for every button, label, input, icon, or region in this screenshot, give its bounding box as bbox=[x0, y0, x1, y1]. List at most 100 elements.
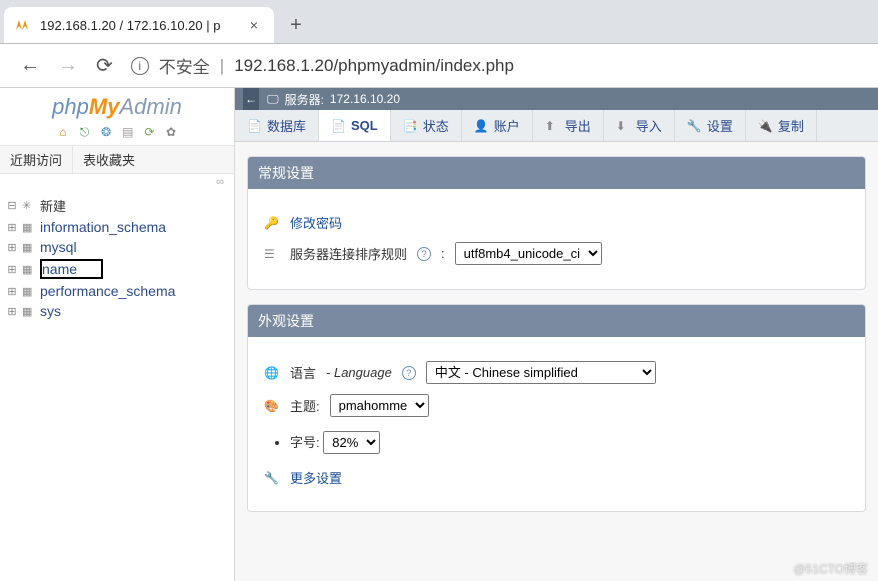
collapse-sidebar-button[interactable]: ← bbox=[243, 88, 259, 110]
tab-导入[interactable]: ⬇ 导入 bbox=[604, 110, 675, 141]
tab-数据库[interactable]: 📄 数据库 bbox=[235, 110, 319, 141]
language-select[interactable]: 中文 - Chinese simplified bbox=[426, 361, 656, 384]
pma-favicon-icon bbox=[14, 16, 32, 34]
tab-icon: ⬇ bbox=[616, 119, 630, 133]
database-tree: ⊟ ✳ 新建 ⊞▦information_schema⊞▦mysql⊞▦name… bbox=[0, 190, 234, 325]
tab-label: 导入 bbox=[636, 116, 662, 135]
fontsize-label: 字号: bbox=[290, 435, 320, 450]
home-icon[interactable]: ⌂ bbox=[56, 125, 70, 139]
help-icon[interactable]: ? bbox=[417, 247, 431, 261]
db-label: performance_schema bbox=[40, 283, 175, 299]
change-password-link[interactable]: 修改密码 bbox=[290, 213, 342, 232]
tab-label: SQL bbox=[351, 118, 378, 133]
reload-button[interactable]: ⟳ bbox=[96, 53, 113, 78]
tab-icon: 🔌 bbox=[758, 119, 772, 133]
globe-icon[interactable]: ❂ bbox=[99, 125, 113, 139]
forward-button[interactable]: → bbox=[58, 54, 78, 77]
db-icon: ▦ bbox=[22, 263, 36, 276]
main-tabs: 📄 数据库 📄 SQL 📑 状态 👤 账户 ⬆ 导出 ⬇ 导入 🔧 设置 🔌 复制 bbox=[235, 110, 878, 142]
tab-icon: 📑 bbox=[403, 119, 417, 133]
wrench-icon: 🔧 bbox=[264, 471, 280, 485]
theme-label: 主题: bbox=[290, 396, 320, 415]
panel-general-settings: 常规设置 🔑 修改密码 ☰ 服务器连接排序规则 ?: utf8mb4_unico… bbox=[247, 156, 866, 290]
tab-label: 账户 bbox=[494, 116, 520, 135]
expand-icon[interactable]: ⊞ bbox=[6, 263, 18, 276]
db-icon: ▦ bbox=[22, 305, 36, 318]
tab-导出[interactable]: ⬆ 导出 bbox=[533, 110, 604, 141]
panel-appearance-settings: 外观设置 🌐 语言 - Language ? 中文 - Chinese simp… bbox=[247, 304, 866, 512]
main-panel: ← 🖵 服务器: 172.16.10.20 📄 数据库 📄 SQL 📑 状态 👤 账户 ⬆ 导出 ⬇… bbox=[235, 88, 878, 581]
fontsize-select[interactable]: 82% bbox=[323, 431, 380, 454]
key-icon: 🔑 bbox=[264, 216, 280, 230]
phpmyadmin-logo[interactable]: phpMyAdmin bbox=[0, 88, 234, 122]
db-node-mysql[interactable]: ⊞▦mysql bbox=[6, 237, 232, 257]
db-node-information_schema[interactable]: ⊞▦information_schema bbox=[6, 217, 232, 237]
tab-icon: 📄 bbox=[331, 119, 345, 133]
sidebar-tab-favorites[interactable]: 表收藏夹 bbox=[73, 146, 145, 173]
browser-tab-active[interactable]: 192.168.1.20 / 172.16.10.20 | p × bbox=[4, 7, 274, 43]
db-node-sys[interactable]: ⊞▦sys bbox=[6, 301, 232, 321]
back-button[interactable]: ← bbox=[20, 54, 40, 77]
panel-title: 常规设置 bbox=[248, 157, 865, 189]
sidebar-tab-recent[interactable]: 近期访问 bbox=[0, 146, 73, 173]
expand-icon[interactable]: ⊞ bbox=[6, 305, 18, 318]
theme-icon: 🎨 bbox=[264, 399, 280, 413]
recent-collapse-icon[interactable]: ∞ bbox=[0, 174, 234, 190]
db-icon: ▦ bbox=[22, 221, 36, 234]
tab-复制[interactable]: 🔌 复制 bbox=[746, 110, 817, 141]
close-tab-icon[interactable]: × bbox=[250, 17, 258, 33]
server-label: 服务器: bbox=[285, 91, 324, 108]
tab-设置[interactable]: 🔧 设置 bbox=[675, 110, 746, 141]
db-label: name bbox=[40, 259, 103, 279]
collation-icon: ☰ bbox=[264, 247, 280, 261]
collation-label: 服务器连接排序规则 bbox=[290, 244, 407, 263]
theme-select[interactable]: pmahomme bbox=[330, 394, 429, 417]
expand-icon: ⊟ bbox=[6, 199, 18, 212]
tab-账户[interactable]: 👤 账户 bbox=[462, 110, 533, 141]
server-value: 172.16.10.20 bbox=[330, 92, 400, 106]
gear-icon[interactable]: ✿ bbox=[164, 125, 178, 139]
tab-label: 数据库 bbox=[267, 116, 306, 135]
url-field[interactable]: i 不安全 | 192.168.1.20/phpmyadmin/index.ph… bbox=[131, 53, 858, 78]
tab-icon: ⬆ bbox=[545, 119, 559, 133]
exit-icon[interactable]: ⎋ bbox=[78, 125, 92, 139]
expand-icon[interactable]: ⊞ bbox=[6, 285, 18, 298]
more-settings-link[interactable]: 更多设置 bbox=[290, 468, 342, 487]
help-icon[interactable]: ? bbox=[402, 366, 416, 380]
refresh-icon[interactable]: ⟳ bbox=[142, 125, 156, 139]
tab-icon: 📄 bbox=[247, 119, 261, 133]
new-db-icon: ✳ bbox=[22, 199, 36, 212]
url-text: 192.168.1.20/phpmyadmin/index.php bbox=[234, 56, 514, 76]
sidebar-tabs: 近期访问 表收藏夹 bbox=[0, 145, 234, 174]
quick-icons: ⌂ ⎋ ❂ ▤ ⟳ ✿ bbox=[0, 122, 234, 145]
browser-address-bar: ← → ⟳ i 不安全 | 192.168.1.20/phpmyadmin/in… bbox=[0, 44, 878, 88]
tab-label: 导出 bbox=[565, 116, 591, 135]
db-node-performance_schema[interactable]: ⊞ ▦ performance_schema bbox=[6, 281, 232, 301]
tab-label: 设置 bbox=[707, 116, 733, 135]
db-node-name[interactable]: ⊞ ▦ name bbox=[6, 257, 232, 281]
tab-SQL[interactable]: 📄 SQL bbox=[319, 110, 391, 141]
panel-title: 外观设置 bbox=[248, 305, 865, 337]
language-label: 语言 bbox=[290, 363, 316, 382]
db-icon: ▦ bbox=[22, 285, 36, 298]
expand-icon[interactable]: ⊞ bbox=[6, 221, 18, 234]
db-label: mysql bbox=[40, 239, 77, 255]
tab-icon: 🔧 bbox=[687, 119, 701, 133]
browser-tab-bar: 192.168.1.20 / 172.16.10.20 | p × + bbox=[0, 0, 878, 44]
docs-icon[interactable]: ▤ bbox=[121, 125, 135, 139]
new-tab-button[interactable]: + bbox=[282, 11, 310, 39]
tab-状态[interactable]: 📑 状态 bbox=[391, 110, 462, 141]
collation-select[interactable]: utf8mb4_unicode_ci bbox=[455, 242, 602, 265]
language-icon: 🌐 bbox=[264, 366, 280, 380]
tree-new[interactable]: ⊟ ✳ 新建 bbox=[6, 194, 232, 217]
tab-label: 状态 bbox=[423, 116, 449, 135]
server-icon: 🖵 bbox=[267, 92, 279, 107]
server-bar: ← 🖵 服务器: 172.16.10.20 bbox=[235, 88, 878, 110]
sidebar: phpMyAdmin ⌂ ⎋ ❂ ▤ ⟳ ✿ 近期访问 表收藏夹 ∞ ⊟ ✳ 新… bbox=[0, 88, 235, 581]
site-info-icon[interactable]: i bbox=[131, 57, 149, 75]
tab-title: 192.168.1.20 / 172.16.10.20 | p bbox=[40, 18, 220, 33]
tab-icon: 👤 bbox=[474, 119, 488, 133]
tab-label: 复制 bbox=[778, 116, 804, 135]
insecure-label: 不安全 bbox=[159, 53, 210, 78]
expand-icon[interactable]: ⊞ bbox=[6, 241, 18, 254]
